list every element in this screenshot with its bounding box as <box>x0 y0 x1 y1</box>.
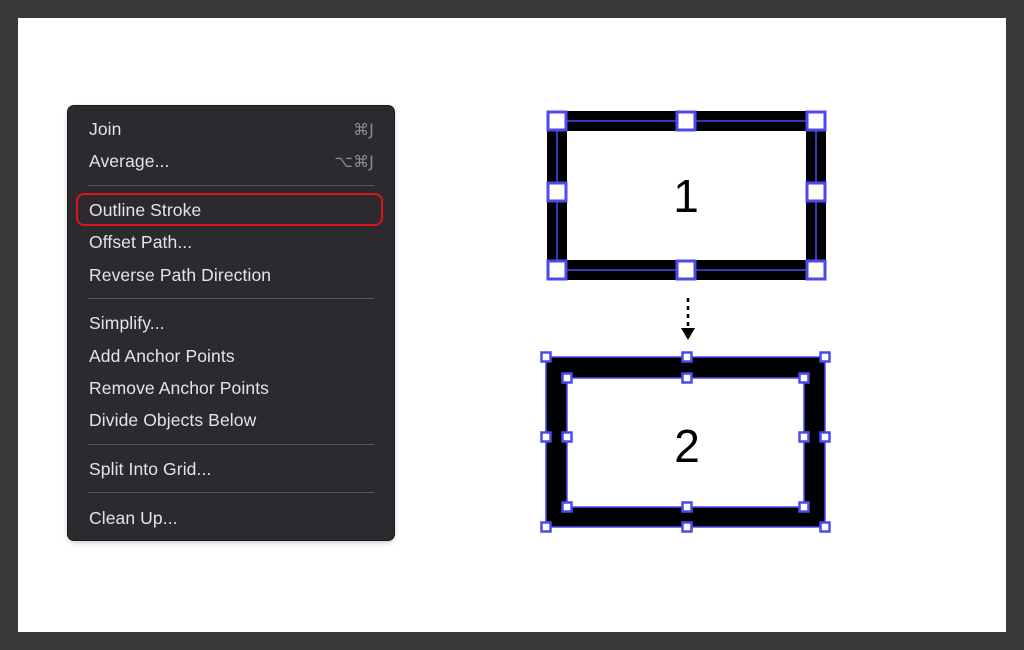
arrow-head <box>681 328 695 340</box>
illustration-svg: 1 2 <box>540 110 831 533</box>
anchor-point-handle[interactable] <box>798 501 810 513</box>
anchor-point-handle[interactable] <box>561 372 573 384</box>
anchor-point-handle[interactable] <box>540 521 552 533</box>
down-arrow-icon <box>681 298 695 340</box>
anchor-point-handle[interactable] <box>681 501 693 513</box>
anchor-point-handle[interactable] <box>805 259 827 281</box>
anchor-point-handle[interactable] <box>561 501 573 513</box>
anchor-point-handle[interactable] <box>546 259 568 281</box>
shape-2-outlined-shape[interactable]: 2 <box>540 351 831 533</box>
anchor-point-handle[interactable] <box>561 431 573 443</box>
anchor-point-handle[interactable] <box>819 431 831 443</box>
anchor-point-handle[interactable] <box>805 181 827 203</box>
shape-1-stroked-rectangle[interactable]: 1 <box>546 110 827 281</box>
anchor-point-handle[interactable] <box>675 259 697 281</box>
anchor-point-handle[interactable] <box>819 351 831 363</box>
shape-1-label: 1 <box>673 170 699 222</box>
anchor-point-handle[interactable] <box>798 372 810 384</box>
anchor-point-handle[interactable] <box>540 431 552 443</box>
anchor-point-handle[interactable] <box>681 351 693 363</box>
anchor-point-handle[interactable] <box>681 372 693 384</box>
anchor-point-handle[interactable] <box>798 431 810 443</box>
anchor-point-handle[interactable] <box>681 521 693 533</box>
anchor-point-handle[interactable] <box>805 110 827 132</box>
anchor-point-handle[interactable] <box>540 351 552 363</box>
shape-2-label: 2 <box>674 420 700 472</box>
anchor-point-handle[interactable] <box>546 181 568 203</box>
anchor-point-handle[interactable] <box>819 521 831 533</box>
anchor-point-handle[interactable] <box>546 110 568 132</box>
anchor-point-handle[interactable] <box>675 110 697 132</box>
